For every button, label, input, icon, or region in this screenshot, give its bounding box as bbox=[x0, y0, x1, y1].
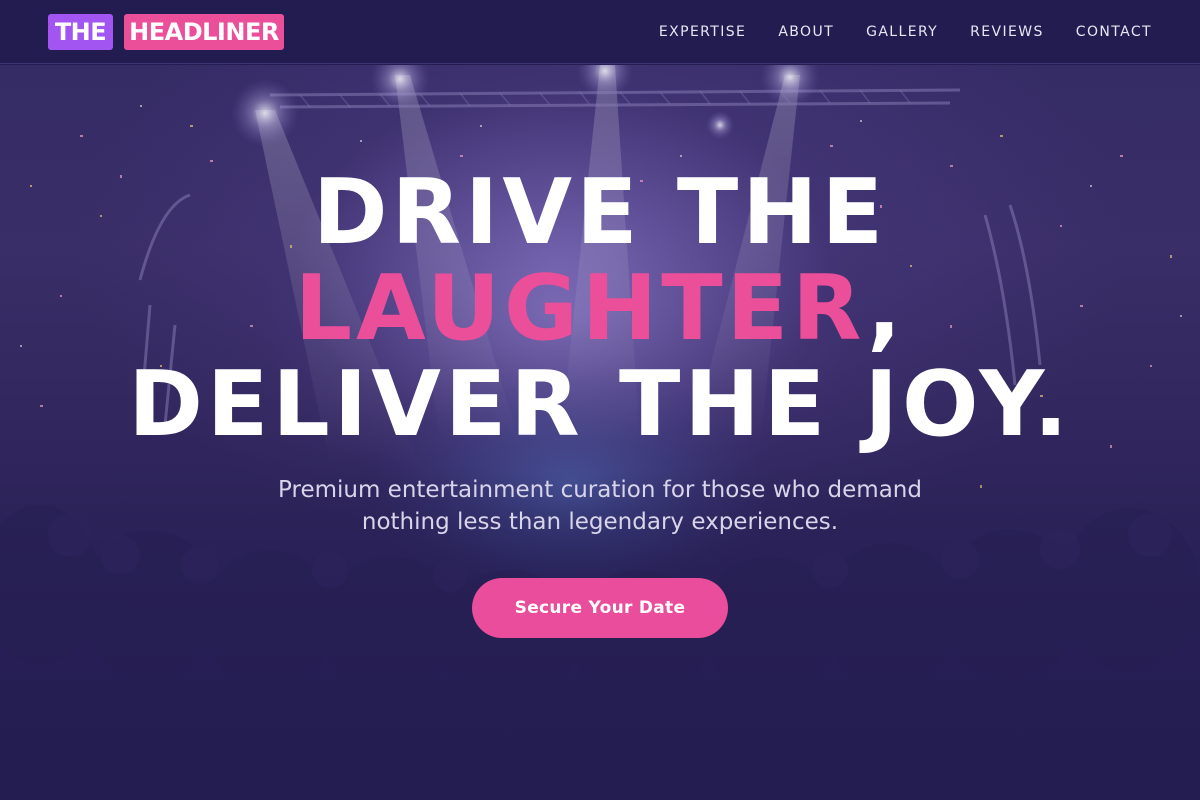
logo-the-badge: THE bbox=[48, 14, 113, 50]
headline-accent-word: LAUGHTER bbox=[294, 256, 868, 361]
nav-link-expertise[interactable]: EXPERTISE bbox=[659, 24, 746, 40]
headline-comma: , bbox=[867, 256, 906, 361]
nav-link-about[interactable]: ABOUT bbox=[778, 24, 834, 40]
nav-link-gallery[interactable]: GALLERY bbox=[866, 24, 938, 40]
headline-line-2: LAUGHTER, bbox=[0, 261, 1200, 357]
hero-section: DRIVE THE LAUGHTER, DELIVER THE JOY. Pre… bbox=[0, 65, 1200, 800]
nav-link-contact[interactable]: CONTACT bbox=[1076, 24, 1152, 40]
nav-link-reviews[interactable]: REVIEWS bbox=[970, 24, 1044, 40]
hero-headline: DRIVE THE LAUGHTER, DELIVER THE JOY. bbox=[0, 165, 1200, 453]
main-nav: EXPERTISE ABOUT GALLERY REVIEWS CONTACT bbox=[627, 0, 1152, 64]
headline-line-1: DRIVE THE bbox=[312, 160, 888, 265]
hero-subtext: Premium entertainment curation for those… bbox=[278, 477, 922, 535]
headline-line-3: DELIVER THE JOY. bbox=[128, 352, 1072, 457]
secure-your-date-button[interactable]: Secure Your Date bbox=[472, 578, 728, 638]
logo-headliner-badge: HEADLINER bbox=[124, 14, 284, 50]
top-navbar: THE HEADLINER EXPERTISE ABOUT GALLERY RE… bbox=[0, 0, 1200, 64]
